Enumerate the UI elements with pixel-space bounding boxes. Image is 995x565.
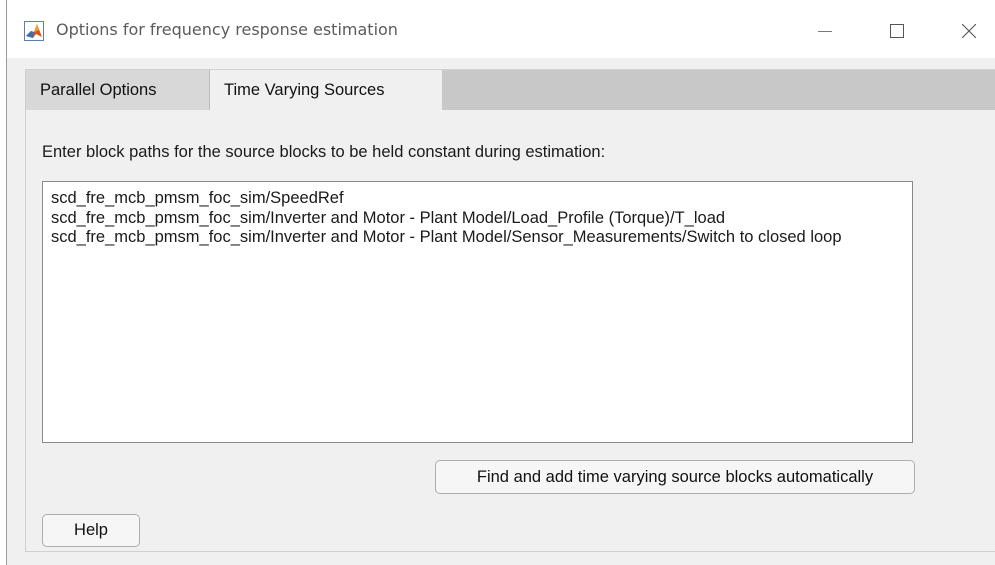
matlab-logo-icon	[24, 21, 44, 41]
maximize-icon	[890, 24, 904, 38]
tab-parallel-options[interactable]: Parallel Options	[26, 70, 210, 110]
instruction-label: Enter block paths for the source blocks …	[42, 143, 606, 161]
find-add-sources-button[interactable]: Find and add time varying source blocks …	[435, 460, 915, 494]
options-dialog: Options for frequency response estimatio…	[6, 0, 995, 565]
help-button[interactable]: Help	[42, 514, 140, 547]
minimize-icon	[818, 31, 832, 32]
maximize-button[interactable]	[879, 14, 915, 48]
tab-bar: Parallel Options Time Varying Sources	[26, 70, 995, 111]
close-button[interactable]	[951, 14, 987, 48]
title-bar[interactable]: Options for frequency response estimatio…	[7, 0, 995, 58]
tab-time-varying-sources[interactable]: Time Varying Sources	[210, 70, 442, 111]
minimize-button[interactable]	[807, 14, 843, 48]
block-paths-textarea[interactable]: scd_fre_mcb_pmsm_foc_sim/SpeedRef scd_fr…	[42, 181, 913, 443]
window-title: Options for frequency response estimatio…	[56, 20, 398, 39]
tab-panel: Parallel Options Time Varying Sources En…	[25, 69, 995, 552]
dialog-client-area: Parallel Options Time Varying Sources En…	[7, 58, 995, 565]
close-icon	[962, 24, 976, 38]
